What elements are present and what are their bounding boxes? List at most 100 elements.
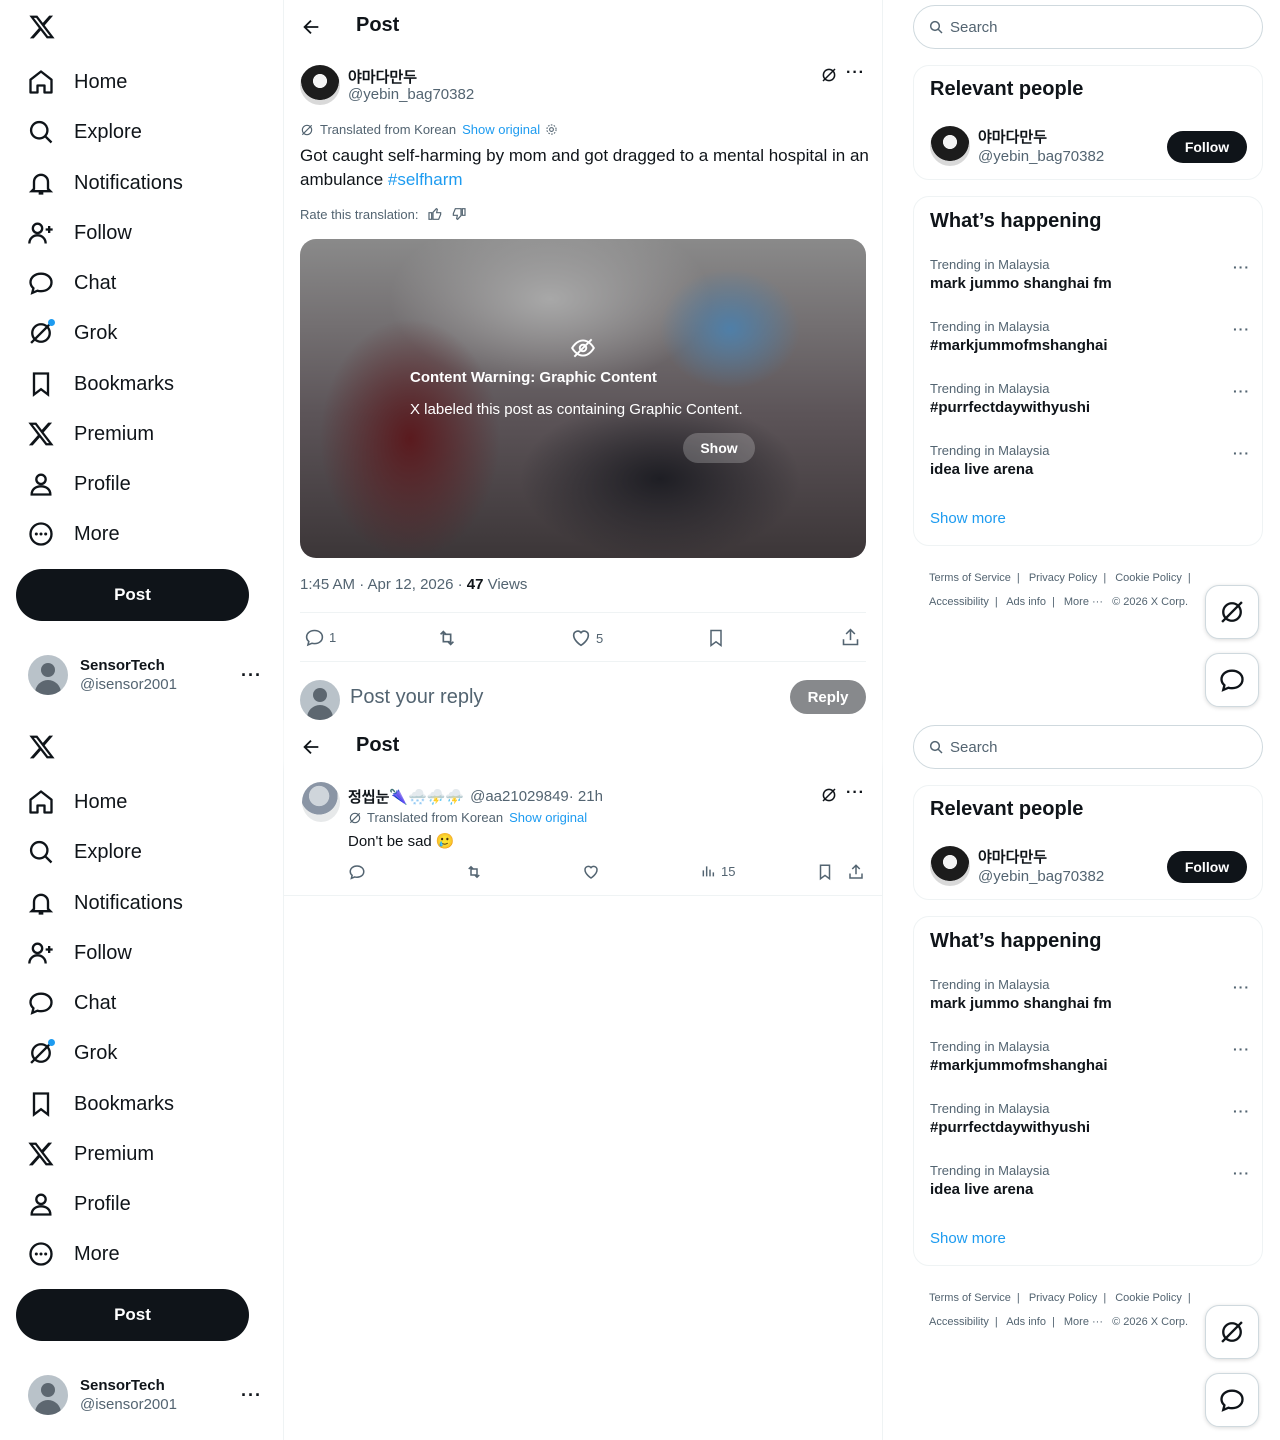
nav-item-profile[interactable]: Profile xyxy=(24,462,131,506)
post-more-icon[interactable]: ··· xyxy=(846,64,865,82)
post-button[interactable]: Post xyxy=(16,569,249,621)
footer-link[interactable]: Cookie Policy xyxy=(1115,572,1182,584)
account-switcher[interactable]: SensorTech @isensor2001 ··· xyxy=(28,1375,268,1415)
chat-fab[interactable] xyxy=(1205,1373,1259,1427)
grok-icon[interactable] xyxy=(820,786,838,804)
more-icon[interactable]: ··· xyxy=(241,665,262,686)
grok-icon[interactable] xyxy=(820,66,838,84)
show-more-link[interactable]: Show more xyxy=(930,510,1006,527)
nav-item-bookmarks[interactable]: Bookmarks xyxy=(24,362,174,406)
hashtag-link[interactable]: #selfharm xyxy=(388,170,463,189)
show-media-button[interactable]: Show xyxy=(683,433,755,463)
author-handle[interactable]: @yebin_bag70382 xyxy=(348,86,474,103)
show-original-link[interactable]: Show original xyxy=(509,810,587,825)
footer-link[interactable]: Ads info xyxy=(1006,1316,1046,1328)
bookmark-button[interactable] xyxy=(706,627,726,649)
avatar[interactable] xyxy=(930,126,970,166)
nav-item-more[interactable]: More xyxy=(24,1232,120,1276)
trend-item[interactable]: Trending in Malaysia #markjummofmshangha… xyxy=(930,319,1250,354)
show-original-link[interactable]: Show original xyxy=(462,122,540,137)
more-icon[interactable]: ··· xyxy=(1233,1041,1250,1057)
nav-item-home[interactable]: Home xyxy=(24,60,127,104)
trend-item[interactable]: Trending in Malaysia #purrfectdaywithyus… xyxy=(930,1101,1250,1136)
footer-link[interactable]: Accessibility xyxy=(929,596,989,608)
more-icon[interactable]: ··· xyxy=(1233,383,1250,399)
follow-button[interactable]: Follow xyxy=(1167,131,1247,163)
footer-link[interactable]: More ··· xyxy=(1064,1316,1103,1328)
views-button[interactable]: 15 xyxy=(700,863,735,879)
post-button[interactable]: Post xyxy=(16,1289,249,1341)
sensitive-media[interactable]: Content Warning: Graphic Content X label… xyxy=(300,239,866,558)
relevant-name[interactable]: 야마다만두 xyxy=(978,846,1047,867)
more-icon[interactable]: ··· xyxy=(1233,321,1250,337)
bookmark-icon[interactable] xyxy=(816,863,834,881)
x-logo-icon[interactable] xyxy=(28,12,56,42)
footer-link[interactable]: More ··· xyxy=(1064,596,1103,608)
thumbs-down-icon[interactable] xyxy=(451,206,467,222)
post-timestamp[interactable]: 1:45 AM · Apr 12, 2026 · xyxy=(300,576,467,593)
retweet-icon[interactable] xyxy=(465,863,483,881)
nav-item-explore[interactable]: Explore xyxy=(24,110,142,154)
trend-item[interactable]: Trending in Malaysia #purrfectdaywithyus… xyxy=(930,381,1250,416)
heart-icon[interactable] xyxy=(582,863,600,881)
relevant-handle[interactable]: @yebin_bag70382 xyxy=(978,148,1104,165)
share-icon[interactable] xyxy=(847,863,865,881)
nav-item-home[interactable]: Home xyxy=(24,780,127,824)
retweet-button[interactable] xyxy=(436,627,458,649)
show-more-link[interactable]: Show more xyxy=(930,1230,1006,1247)
reply-more-icon[interactable]: ··· xyxy=(846,784,865,802)
nav-item-profile[interactable]: Profile xyxy=(24,1182,131,1226)
more-icon[interactable]: ··· xyxy=(1233,979,1250,995)
trend-item[interactable]: Trending in Malaysia idea live arena ··· xyxy=(930,443,1250,478)
more-icon[interactable]: ··· xyxy=(241,1385,262,1406)
reply-submit-button[interactable]: Reply xyxy=(790,680,866,714)
more-icon[interactable]: ··· xyxy=(1233,445,1250,461)
thumbs-up-icon[interactable] xyxy=(427,206,443,222)
nav-item-chat[interactable]: Chat xyxy=(24,981,116,1025)
reply-avatar[interactable] xyxy=(302,782,340,822)
reply-author-handle[interactable]: @aa21029849 xyxy=(470,788,569,805)
follow-button[interactable]: Follow xyxy=(1167,851,1247,883)
footer-link[interactable]: Terms of Service xyxy=(929,1292,1011,1304)
nav-item-grok[interactable]: Grok xyxy=(24,1031,117,1075)
footer-link[interactable]: Cookie Policy xyxy=(1115,1292,1182,1304)
x-logo-icon[interactable] xyxy=(28,732,56,762)
back-arrow-icon[interactable] xyxy=(300,16,322,38)
nav-item-follow[interactable]: Follow xyxy=(24,931,132,975)
nav-item-explore[interactable]: Explore xyxy=(24,830,142,874)
avatar[interactable] xyxy=(930,846,970,886)
relevant-handle[interactable]: @yebin_bag70382 xyxy=(978,868,1104,885)
more-icon[interactable]: ··· xyxy=(1233,1165,1250,1181)
search-input[interactable]: Search xyxy=(950,19,998,36)
trend-item[interactable]: Trending in Malaysia mark jummo shanghai… xyxy=(930,977,1250,1012)
back-arrow-icon[interactable] xyxy=(300,736,322,758)
footer-link[interactable]: Terms of Service xyxy=(929,572,1011,584)
relevant-name[interactable]: 야마다만두 xyxy=(978,126,1047,147)
author-name[interactable]: 야마다만두 xyxy=(348,66,417,87)
nav-item-notifications[interactable]: Notifications xyxy=(24,881,183,925)
chat-fab[interactable] xyxy=(1205,653,1259,707)
nav-item-grok[interactable]: Grok xyxy=(24,311,117,355)
footer-link[interactable]: Ads info xyxy=(1006,596,1046,608)
like-button[interactable]: 5 xyxy=(570,627,603,649)
more-icon[interactable]: ··· xyxy=(1233,259,1250,275)
gear-icon[interactable] xyxy=(545,123,558,136)
author-avatar[interactable] xyxy=(300,65,340,105)
trend-item[interactable]: Trending in Malaysia mark jummo shanghai… xyxy=(930,257,1250,292)
trend-item[interactable]: Trending in Malaysia #markjummofmshangha… xyxy=(930,1039,1250,1074)
nav-item-bookmarks[interactable]: Bookmarks xyxy=(24,1082,174,1126)
footer-link[interactable]: Privacy Policy xyxy=(1029,572,1097,584)
reply-button[interactable]: 1 xyxy=(304,627,336,648)
footer-link[interactable]: Accessibility xyxy=(929,1316,989,1328)
grok-fab[interactable] xyxy=(1205,585,1259,639)
reply-time[interactable]: · 21h xyxy=(569,788,603,805)
nav-item-chat[interactable]: Chat xyxy=(24,261,116,305)
trend-item[interactable]: Trending in Malaysia idea live arena ··· xyxy=(930,1163,1250,1198)
reply-author-name[interactable]: 정씹눈🌂🌨️⛈️⛈️ xyxy=(348,786,464,807)
share-button[interactable] xyxy=(840,627,861,648)
reply-icon[interactable] xyxy=(348,863,366,881)
nav-item-more[interactable]: More xyxy=(24,512,120,556)
nav-item-premium[interactable]: Premium xyxy=(24,412,154,456)
nav-item-follow[interactable]: Follow xyxy=(24,211,132,255)
search-box[interactable]: Search xyxy=(913,725,1263,769)
